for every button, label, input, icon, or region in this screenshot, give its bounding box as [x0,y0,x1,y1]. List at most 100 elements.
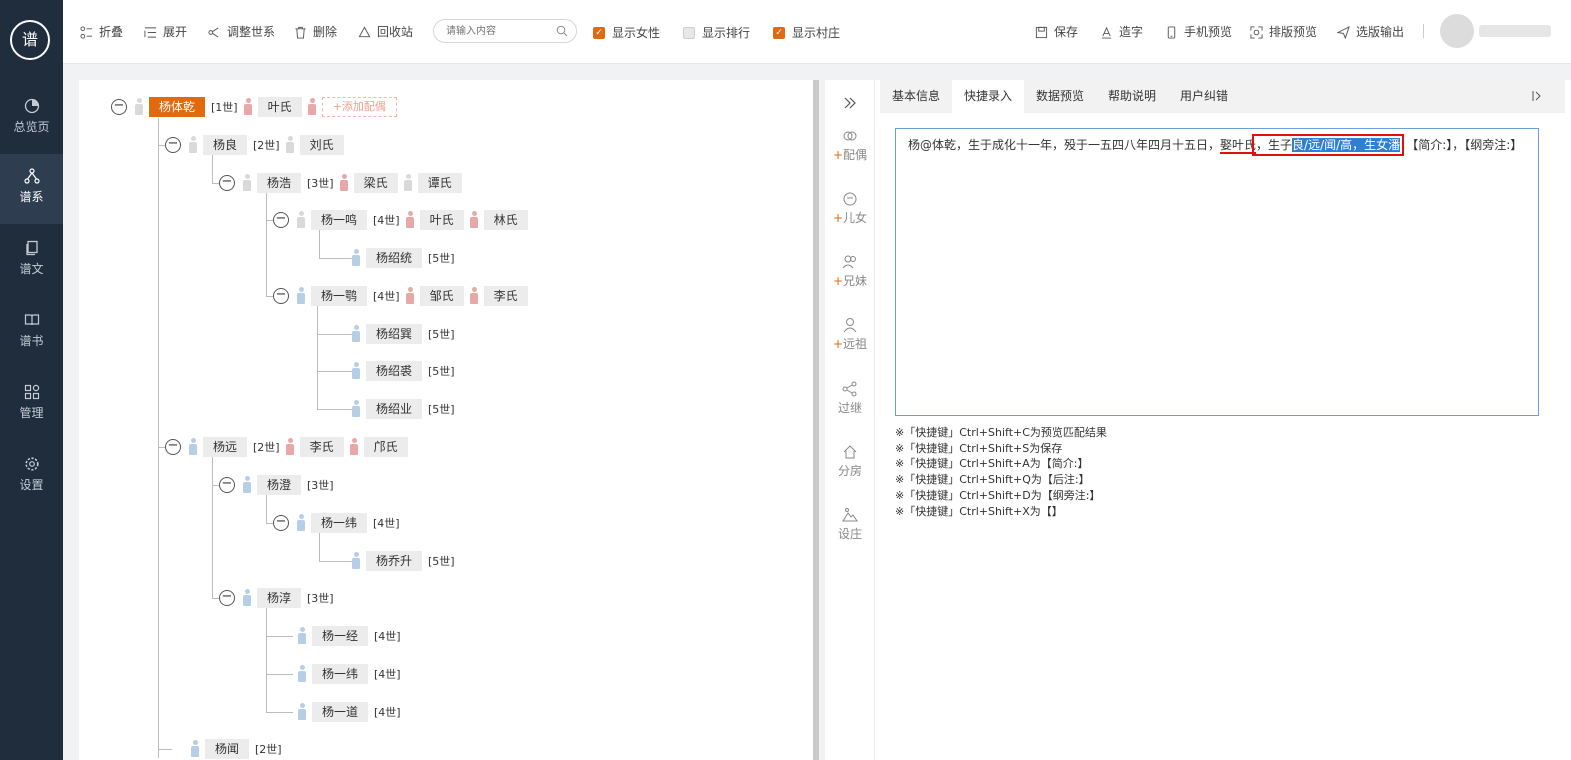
tab-quick-entry[interactable]: 快捷录入 [952,80,1024,113]
search-input[interactable] [446,20,556,42]
collapse-panel-icon[interactable] [1531,90,1543,102]
double-chevron-right-icon[interactable] [843,96,857,110]
person-name[interactable]: 杨一鸣 [311,210,368,230]
family-tree-panel: − 杨体乾 [1世] 叶氏 +添加配偶 − 杨良 [2世] 刘氏 − 杨浩 [3… [79,80,814,760]
person-name[interactable]: 杨绍裘 [366,361,423,381]
show-female-toggle[interactable]: ✓ 显示女性 [593,24,660,41]
plus-label: + [832,211,844,225]
male-icon [352,552,360,570]
add-child-tool[interactable]: +儿女 [825,191,875,226]
tree-node: 杨绍裘 [5世] [352,361,461,381]
sidebar-item-settings[interactable]: 设置 [0,442,63,512]
adjust-lineage-button[interactable]: 调整世系 [208,23,275,41]
send-icon [1337,25,1350,39]
sidebar-item-text[interactable]: 谱文 [0,226,63,296]
collapse-node-icon[interactable]: − [111,99,127,115]
spouse-name[interactable]: 林氏 [483,210,528,230]
person-name[interactable]: 杨淳 [257,588,302,608]
quick-entry-textarea[interactable]: 杨@体乾，生于成化十一年，殁于一五四八年四月十五日，娶叶氏，生子良/远/闻/高，… [895,128,1539,416]
username-blurred[interactable] [1479,25,1551,37]
add-spouse-button[interactable]: +添加配偶 [321,97,397,117]
collapse-node-icon[interactable]: − [165,439,181,455]
show-rank-toggle[interactable]: 显示排行 [683,24,750,41]
collapse-node-icon[interactable]: − [273,288,289,304]
tab-data-preview[interactable]: 数据预览 [1024,80,1096,113]
person-name[interactable]: 杨绍巽 [366,324,423,344]
spouse-name[interactable]: 叶氏 [419,210,464,230]
person-name[interactable]: 杨一纬 [311,513,368,533]
collapse-node-icon[interactable]: − [273,212,289,228]
sidebar-item-overview[interactable]: 总览页 [0,84,63,154]
person-name[interactable]: 杨闻 [205,739,250,759]
spouse-name[interactable]: 谭氏 [417,173,462,193]
collapse-node-icon[interactable]: − [219,590,235,606]
layout-preview-label: 排版预览 [1269,25,1318,39]
tab-basic-info[interactable]: 基本信息 [880,80,952,113]
person-name[interactable]: 杨一经 [312,626,369,646]
book-icon [24,314,39,326]
create-char-button[interactable]: 造字 [1100,23,1143,41]
delete-button[interactable]: 删除 [294,23,337,41]
spouse-name[interactable]: 梁氏 [353,173,398,193]
sidebar-item-book[interactable]: 谱书 [0,298,63,368]
collapse-node-icon[interactable]: − [273,515,289,531]
collapse-node-icon[interactable]: − [219,175,235,191]
export-button[interactable]: 选版输出 [1337,23,1404,41]
set-village-tool[interactable]: 设庄 [825,507,875,542]
spouse-name[interactable]: 邹氏 [419,286,464,306]
tree-node: − 杨澄 [3世] [219,475,340,495]
add-spouse-tool[interactable]: +配偶 [825,128,875,163]
spouse-name[interactable]: 李氏 [483,286,528,306]
person-name[interactable]: 杨绍业 [366,399,423,419]
person-name[interactable]: 杨体乾 [149,97,206,117]
recycle-bin-button[interactable]: 回收站 [358,23,413,41]
tree-node: 杨一经 [4世] [298,626,407,646]
tree-node: 杨绍业 [5世] [352,399,461,419]
generation-label: [4世] [373,214,400,227]
person-name[interactable]: 杨浩 [257,173,302,193]
add-sibling-tool[interactable]: +兄妹 [825,254,875,289]
person-name[interactable]: 杨一鹗 [311,286,368,306]
mobile-preview-button[interactable]: 手机预览 [1165,23,1232,41]
collapse-node-icon[interactable]: − [219,477,235,493]
person-name[interactable]: 杨绍统 [366,248,423,268]
adoption-tool[interactable]: 过继 [825,381,875,416]
person-name[interactable]: 杨远 [203,437,248,457]
search-icon[interactable] [556,25,568,37]
add-ancestor-tool[interactable]: +远祖 [825,317,875,352]
collapse-node-icon[interactable]: − [165,137,181,153]
tree-node-root: − 杨体乾 [1世] 叶氏 +添加配偶 [111,97,397,117]
expand-button[interactable]: 展开 [144,23,187,41]
sidebar-item-lineage[interactable]: 谱系 [0,154,63,224]
spouse-name[interactable]: 叶氏 [257,97,302,117]
spouse-name[interactable]: 李氏 [299,437,344,457]
branch-house-tool[interactable]: 分房 [825,444,875,479]
person-name[interactable]: 杨澄 [257,475,302,495]
person-name[interactable]: 杨一纬 [312,664,369,684]
expand-icon [144,26,157,38]
spouse-name[interactable]: 邝氏 [363,437,408,457]
tree-connector [317,306,318,409]
tool-label: 分房 [837,464,862,478]
layout-preview-button[interactable]: 排版预览 [1250,23,1317,41]
person-name[interactable]: 杨乔升 [366,551,423,571]
person-name[interactable]: 杨良 [203,135,248,155]
tab-help[interactable]: 帮助说明 [1096,80,1168,113]
person-name[interactable]: 杨一道 [312,702,369,722]
collapse-label: 折叠 [99,25,124,39]
sidebar-item-label: 谱文 [19,262,44,276]
recycle-label: 回收站 [377,25,414,39]
save-button[interactable]: 保存 [1035,23,1078,41]
panel-splitter[interactable] [813,80,819,760]
spouse-name[interactable]: 刘氏 [299,135,344,155]
male-icon [243,589,251,607]
export-label: 选版输出 [1356,25,1405,39]
adjust-label: 调整世系 [227,25,276,39]
tab-user-correction[interactable]: 用户纠错 [1168,80,1240,113]
male-icon [298,665,306,683]
collapse-button[interactable]: 折叠 [80,23,123,41]
avatar[interactable] [1440,14,1474,48]
sidebar-item-manage[interactable]: 管理 [0,370,63,440]
show-village-toggle[interactable]: ✓ 显示村庄 [773,24,840,41]
sidebar-item-label: 谱书 [19,334,44,348]
